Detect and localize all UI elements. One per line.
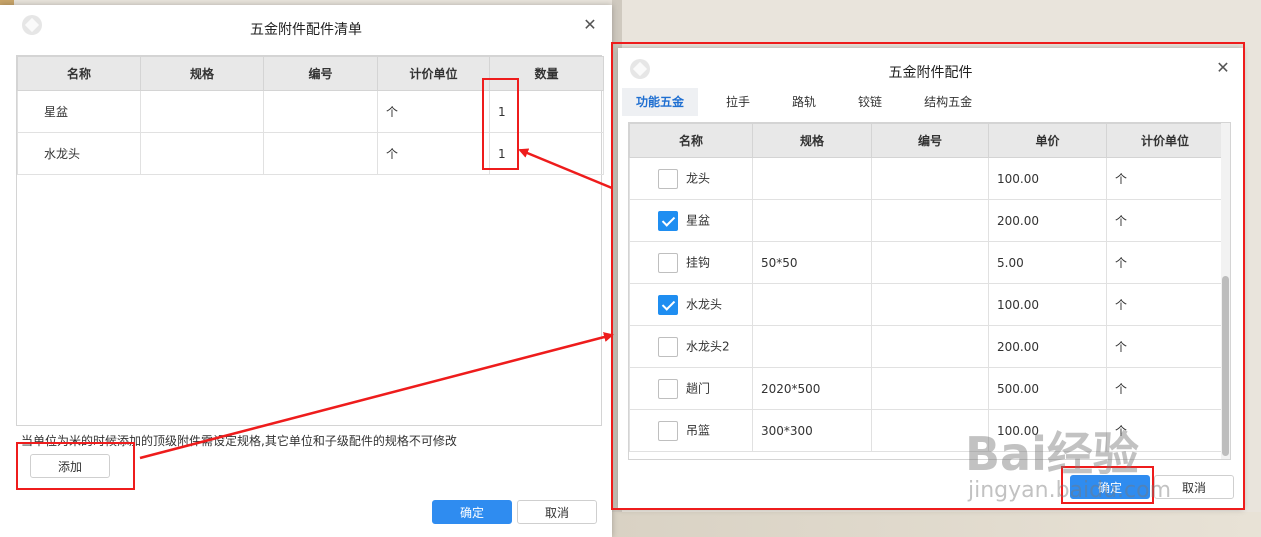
dialog-title: 五金附件配件清单 xyxy=(250,22,362,38)
ok-button[interactable]: 确定 xyxy=(432,500,512,524)
cell-code xyxy=(263,90,378,133)
watermark-url: jingyan.baidu.com xyxy=(968,478,1172,503)
dialog-titlebar: 五金附件配件清单 ✕ xyxy=(0,5,612,49)
column-header-name[interactable]: 名称 xyxy=(17,56,141,91)
cell-name: 星盆 xyxy=(17,90,141,133)
cell-spec[interactable] xyxy=(140,132,264,175)
annotation-box-quantity xyxy=(482,78,519,170)
cell-name: 水龙头 xyxy=(17,132,141,175)
close-icon[interactable]: ✕ xyxy=(582,17,598,33)
column-header-code[interactable]: 编号 xyxy=(263,56,378,91)
column-header-spec[interactable]: 规格 xyxy=(140,56,264,91)
watermark-brand: Bai经验 xyxy=(965,427,1139,481)
cancel-button[interactable]: 取消 xyxy=(517,500,597,524)
annotation-box-add xyxy=(16,442,135,490)
cell-unit: 个 xyxy=(377,90,490,133)
annotation-box-picker xyxy=(611,42,1245,510)
background-scene-bottom xyxy=(612,512,1261,537)
cell-spec[interactable] xyxy=(140,90,264,133)
cell-unit: 个 xyxy=(377,132,490,175)
column-header-unit[interactable]: 计价单位 xyxy=(377,56,490,91)
cell-code xyxy=(263,132,378,175)
